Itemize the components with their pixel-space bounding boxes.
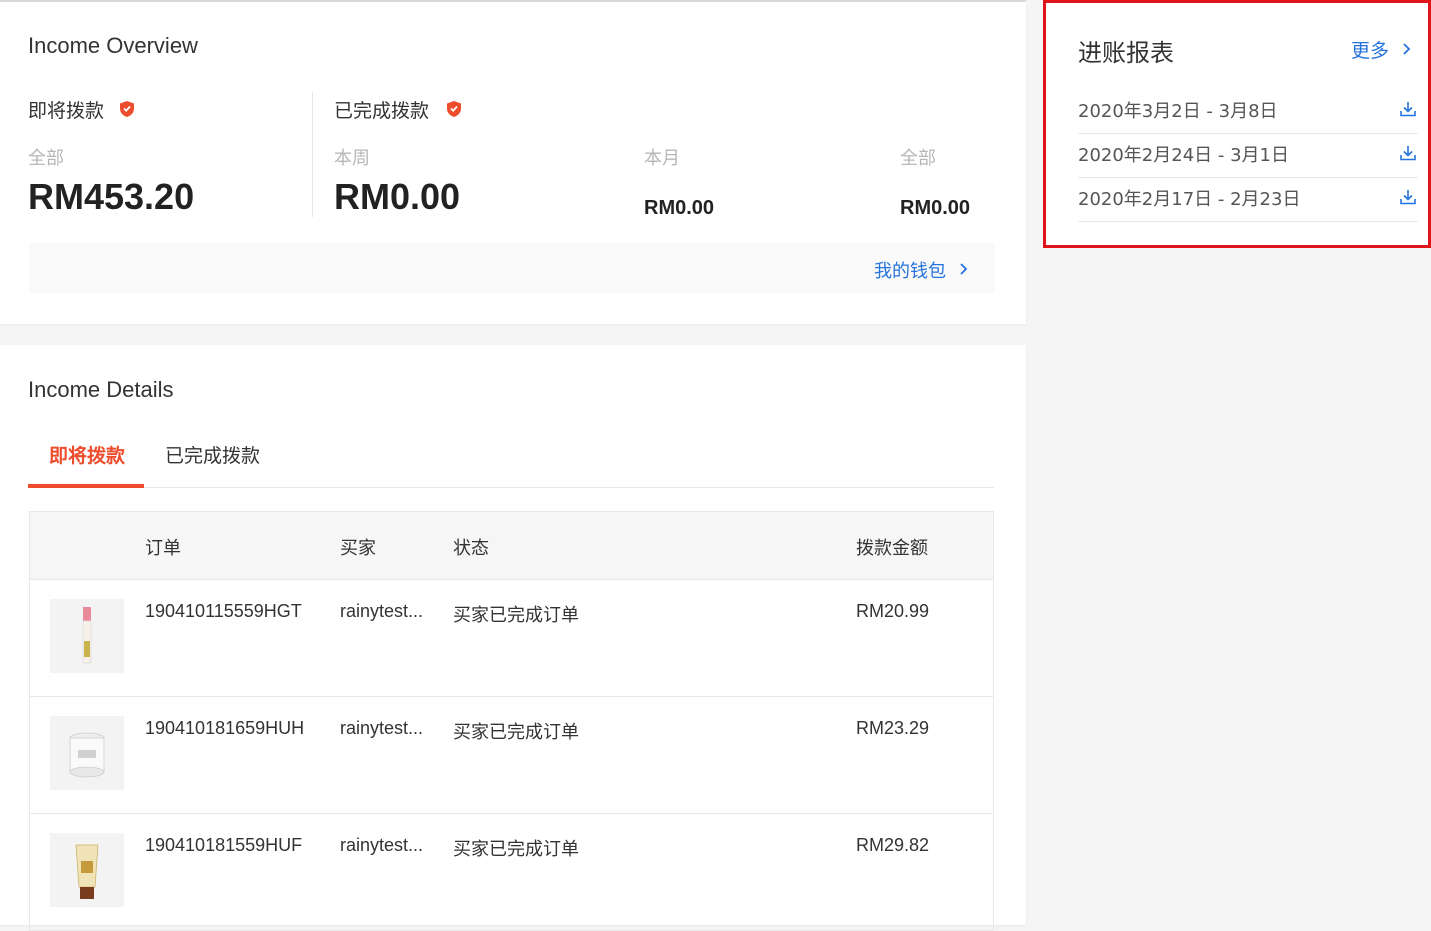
order-number[interactable]: 190410181559HUF — [145, 835, 302, 856]
table-row[interactable]: 190410181559HUF rainytest... 买家已完成订单 RM2… — [30, 813, 993, 931]
completed-payout-label: 已完成拨款 — [334, 100, 430, 122]
order-status: 买家已完成订单 — [453, 839, 579, 859]
income-reports-card: 进账报表 更多 2020年3月2日 - 3月8日 2020年2月24日 - 3月… — [1043, 0, 1431, 248]
lipgloss-icon — [82, 607, 92, 664]
income-details-card: Income Details 即将拨款 已完成拨款 订单 买家 状态 拨款金额 … — [0, 345, 1026, 931]
table-row[interactable]: 190410115559HGT rainytest... 买家已完成订单 RM2… — [30, 579, 993, 697]
report-date-range: 2020年2月24日 - 3月1日 — [1078, 145, 1290, 166]
payout-amount: RM29.82 — [856, 835, 930, 855]
payout-amount: RM23.29 — [856, 718, 930, 738]
completed-all-label: 全部 — [900, 148, 936, 169]
wallet-bar: 我的钱包 — [29, 243, 995, 293]
completed-all-amount: RM0.00 — [900, 197, 971, 219]
tab-pending-payout[interactable]: 即将拨款 — [49, 441, 125, 468]
income-details-title: Income Details — [28, 377, 174, 402]
table-row[interactable]: 190410181659HUH rainytest... 买家已完成订单 RM2… — [30, 696, 993, 814]
order-status: 买家已完成订单 — [453, 605, 579, 625]
shield-icon — [447, 101, 461, 117]
order-number[interactable]: 190410115559HGT — [145, 601, 302, 622]
download-icon[interactable] — [1398, 143, 1418, 163]
this-month-label: 本月 — [644, 148, 680, 169]
buyer-name: rainytest... — [340, 718, 424, 738]
income-table: 订单 买家 状态 拨款金额 190410115559HGT rainytest.… — [29, 511, 994, 931]
cream-jar-icon — [69, 732, 105, 778]
income-overview-card: Income Overview 即将拨款 全部 RM453.20 已完成拨款 本… — [0, 0, 1026, 324]
chevron-right-icon[interactable] — [1399, 42, 1413, 56]
payout-amount: RM20.99 — [856, 601, 930, 621]
product-thumbnail — [50, 833, 124, 907]
tube-icon — [75, 844, 99, 899]
report-item[interactable]: 2020年2月17日 - 2月23日 — [1078, 177, 1418, 222]
column-header-status: 状态 — [453, 538, 489, 559]
income-overview-title: Income Overview — [28, 33, 198, 58]
buyer-name: rainytest... — [340, 835, 424, 855]
column-header-buyer: 买家 — [340, 538, 376, 559]
buyer-name: rainytest... — [340, 601, 424, 621]
income-reports-title: 进账报表 — [1078, 39, 1174, 67]
pending-all-label: 全部 — [28, 148, 64, 169]
tab-completed-payout[interactable]: 已完成拨款 — [165, 441, 260, 468]
column-header-order: 订单 — [145, 538, 181, 559]
download-icon[interactable] — [1398, 99, 1418, 119]
this-week-label: 本周 — [334, 148, 370, 169]
overview-divider — [312, 92, 313, 217]
active-tab-indicator — [28, 484, 144, 488]
this-week-amount: RM0.00 — [334, 176, 461, 217]
my-wallet-link[interactable]: 我的钱包 — [874, 257, 946, 283]
product-thumbnail — [50, 716, 124, 790]
table-header: 订单 买家 状态 拨款金额 — [30, 512, 993, 580]
tabs-divider — [28, 487, 994, 488]
chevron-right-icon[interactable] — [956, 262, 970, 276]
report-date-range: 2020年2月17日 - 2月23日 — [1078, 189, 1301, 210]
product-thumbnail — [50, 599, 124, 673]
pending-payout-label: 即将拨款 — [28, 100, 105, 122]
report-date-range: 2020年3月2日 - 3月8日 — [1078, 101, 1278, 122]
order-status: 买家已完成订单 — [453, 722, 579, 742]
column-header-amount: 拨款金额 — [856, 538, 928, 559]
report-item[interactable]: 2020年2月24日 - 3月1日 — [1078, 133, 1418, 178]
shield-icon — [120, 101, 134, 117]
this-month-amount: RM0.00 — [644, 197, 715, 219]
order-number[interactable]: 190410181659HUH — [145, 718, 304, 739]
pending-amount: RM453.20 — [28, 176, 195, 217]
download-icon[interactable] — [1398, 187, 1418, 207]
more-reports-link[interactable]: 更多 — [1351, 36, 1389, 63]
report-item[interactable]: 2020年3月2日 - 3月8日 — [1078, 89, 1418, 134]
